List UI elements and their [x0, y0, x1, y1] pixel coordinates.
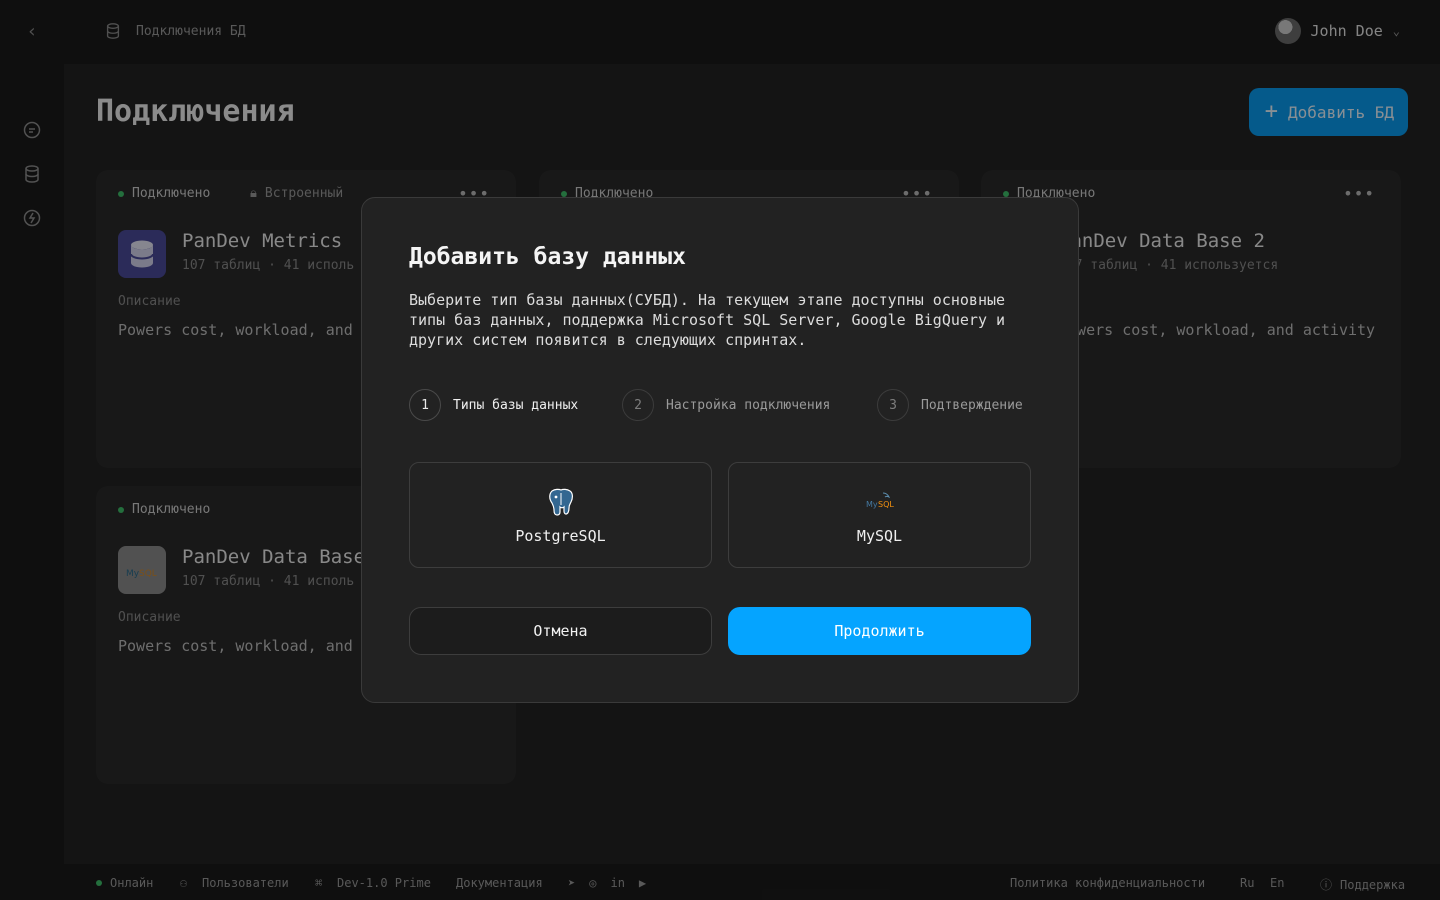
modal-title: Добавить базу данных [409, 244, 686, 270]
mysql-label: MySQL [856, 527, 903, 545]
postgresql-option[interactable]: PostgreSQL [409, 462, 712, 568]
postgresql-icon [548, 488, 573, 516]
stepper: 1 Типы базы данных 2 Настройка подключен… [409, 389, 1031, 421]
step-database-types: 1 Типы базы данных [409, 389, 578, 421]
svg-text:My: My [866, 500, 878, 509]
svg-text:SQL: SQL [878, 500, 894, 509]
cancel-button[interactable]: Отмена [409, 607, 712, 655]
mysql-option[interactable]: My SQL MySQL [728, 462, 1031, 568]
postgresql-label: PostgreSQL [515, 527, 606, 545]
step-number: 1 [409, 389, 441, 421]
continue-button[interactable]: Продолжить [728, 607, 1031, 655]
step-label: Подтверждение [921, 397, 1023, 413]
step-label: Типы базы данных [453, 397, 579, 413]
add-database-modal: Добавить базу данных Выберите тип базы д… [361, 197, 1079, 703]
step-confirmation: 3 Подтверждение [877, 389, 1023, 421]
step-connection-settings: 2 Настройка подключения [622, 389, 830, 421]
step-number: 2 [622, 389, 654, 421]
mysql-icon: My SQL [866, 492, 894, 509]
modal-description: Выберите тип базы данных(СУБД). На текущ… [409, 291, 1006, 349]
step-label: Настройка подключения [666, 397, 831, 413]
step-number: 3 [877, 389, 909, 421]
